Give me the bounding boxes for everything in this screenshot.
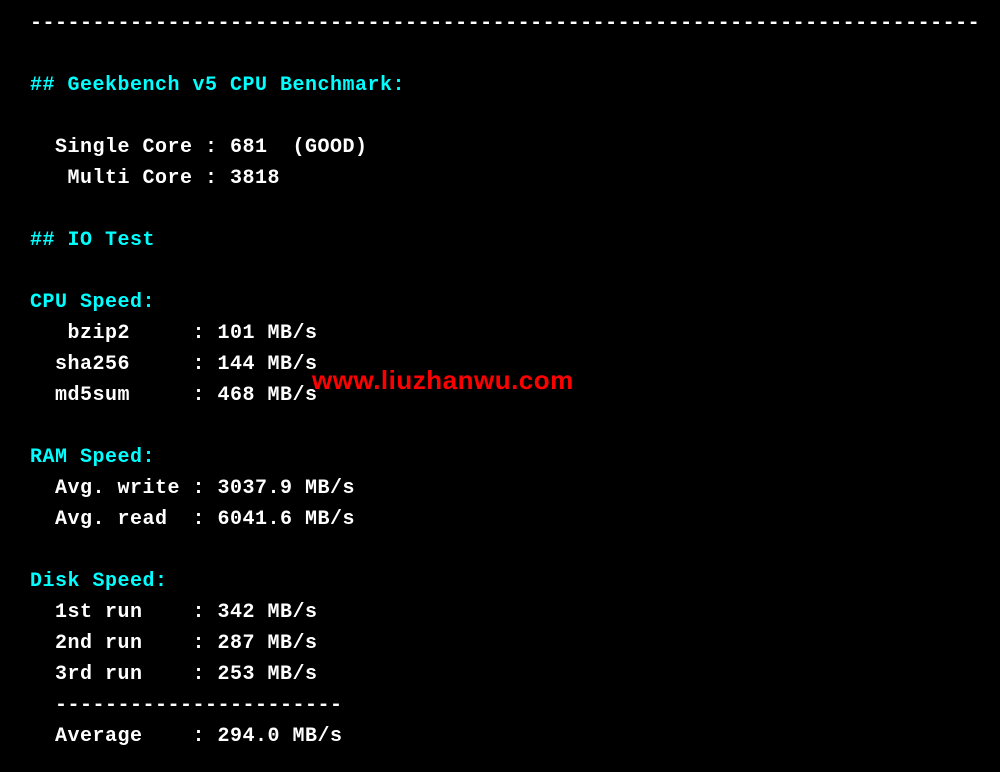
cpu-speed-heading: CPU Speed:	[30, 287, 970, 318]
disk-run1-result: 1st run : 342 MB/s	[30, 597, 970, 628]
disk-run2-result: 2nd run : 287 MB/s	[30, 628, 970, 659]
geekbench-heading: ## Geekbench v5 CPU Benchmark:	[30, 70, 970, 101]
disk-run3-result: 3rd run : 253 MB/s	[30, 659, 970, 690]
disk-speed-heading: Disk Speed:	[30, 566, 970, 597]
watermark-text: www.liuzhanwu.com	[312, 365, 574, 396]
single-core-result: Single Core : 681 (GOOD)	[30, 132, 970, 163]
disk-average-result: Average : 294.0 MB/s	[30, 721, 970, 752]
multi-core-result: Multi Core : 3818	[30, 163, 970, 194]
io-test-heading: ## IO Test	[30, 225, 970, 256]
ram-avg-write-result: Avg. write : 3037.9 MB/s	[30, 473, 970, 504]
ram-speed-heading: RAM Speed:	[30, 442, 970, 473]
disk-separator: -----------------------	[30, 690, 970, 721]
top-divider: ----------------------------------------…	[30, 8, 970, 39]
cpu-bzip2-result: bzip2 : 101 MB/s	[30, 318, 970, 349]
ram-avg-read-result: Avg. read : 6041.6 MB/s	[30, 504, 970, 535]
